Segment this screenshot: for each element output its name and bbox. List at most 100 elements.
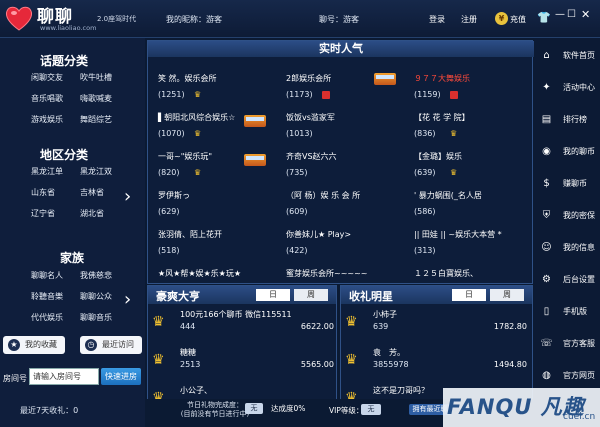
right-menu-item[interactable]: ▤ 排行榜 [534,106,600,133]
room-cell[interactable]: ▌朝阳北风综合娱乐☆ (1070) ♛ [158,112,282,147]
room-cell[interactable]: 你善妹儿★ Play> (422) [286,229,410,264]
room-name: １２５白寶娱乐、 [414,269,478,278]
ranking-value: 1782.80 [493,322,527,331]
right-menu-item[interactable]: ◍ 官方网页 [534,362,600,389]
topic-title: 话题分类 [40,54,89,68]
topic-item[interactable]: 吹牛吐槽 [80,72,112,83]
vip-none-badge[interactable]: 无 [361,404,381,415]
room-name: ' 暴力蜗围(_名人居 [414,191,482,200]
ranking-row[interactable]: ♛ 100元166个聊币 微信115511 444 6622.00 [152,308,334,344]
room-number-label: 房间号 [3,374,27,383]
room-count: (1159) [414,90,441,99]
app-url: www.liaoliao.com [40,24,97,32]
room-name: 【花 花 学 院】 [414,113,470,122]
room-count: (735) [286,168,308,177]
room-cell[interactable]: || 田娃 || ~娱乐大本营 * (313) [414,229,538,264]
rich-header: 豪爽大亨 日 周 [148,286,336,304]
room-count: (1013) [286,129,313,138]
region-item[interactable]: 山东省 [31,187,55,198]
recharge-button[interactable]: 充值 [510,14,526,25]
room-cell[interactable]: 一哥~"娱乐玩" (820) ♛ [158,151,282,186]
right-menu-item[interactable]: ▯ 手机版 [534,298,600,325]
recent-label: 最近访问 [102,340,134,349]
room-cell[interactable]: 笑 然。娱乐会所 (1251) ♛ [158,73,282,108]
region-item[interactable]: 吉林省 [80,187,104,198]
register-button[interactable]: 注册 [461,14,477,25]
room-count: (629) [158,207,180,216]
topic-item[interactable]: 闲聊交友 [31,72,63,83]
close-icon[interactable]: ✕ [581,8,590,21]
room-count: (1070) [158,129,185,138]
skin-icon[interactable]: 👕 [537,11,551,24]
right-menu-item[interactable]: ☏ 官方客服 [534,330,600,357]
topic-item[interactable]: 舞蹈综艺 [80,114,112,125]
room-name: 一哥~"娱乐玩" [158,152,213,161]
topic-item[interactable]: 嗨歌喊麦 [80,93,112,104]
family-item[interactable]: 聊聊名人 [31,270,63,281]
activity-icon: ✦ [542,82,551,93]
region-item[interactable]: 黑龙江单 [31,166,63,177]
crown-icon: ♛ [345,314,358,330]
gift-tab-day[interactable]: 日 [452,289,486,301]
family-item[interactable]: 聊聊公众 [80,291,112,302]
region-item[interactable]: 湖北省 [80,208,104,219]
room-cell[interactable]: 【花 花 学 院】 (836) ♛ [414,112,538,147]
right-menu-item[interactable]: ⌂ 软件首页 [534,42,600,69]
maximize-icon[interactable]: ☐ [567,9,576,20]
region-item[interactable]: 黑龙江双 [80,166,112,177]
family-item[interactable]: 聊聊音乐 [80,312,112,323]
account-label: 聊号： [319,15,343,24]
right-menu-item[interactable]: $ 赚聊币 [534,170,600,197]
right-menu-item[interactable]: ☺ 我的信息 [534,234,600,261]
room-cell[interactable]: ' 暴力蜗围(_名人居 (586) [414,190,538,225]
room-cell[interactable]: 【金璐】娱乐 (639) ♛ [414,151,538,186]
ranking-name: 糖糖 [180,348,196,357]
room-cell[interactable]: 饭饭vs滥家军 (1013) [286,112,410,147]
region-next-arrow-icon[interactable]: › [124,186,131,207]
minimize-icon[interactable]: — [555,9,565,20]
vip-label: VIP等级： [329,406,364,415]
region-item[interactable]: 辽宁省 [31,208,55,219]
room-name: ▌朝阳北风综合娱乐☆ [158,113,236,122]
family-item[interactable]: 我佛慈悲 [80,270,112,281]
right-menu-item[interactable]: ⚙ 后台设置 [534,266,600,293]
favorites-button[interactable]: ★ 我的收藏 [3,336,65,354]
family-item[interactable]: 代代娱乐 [31,312,63,323]
room-cell[interactable]: （阿 杨）娱 乐 会 所 (609) [286,190,410,225]
nickname-display: 我的昵称：游客 [166,14,222,25]
room-cell[interactable]: ９７７大舞娱乐 (1159) [374,73,538,108]
family-item[interactable]: 聆聽音樂 [31,291,63,302]
room-cell[interactable]: 张羽倩、陌上花开 (518) [158,229,282,264]
right-menu: ⌂ 软件首页 ✦ 活动中心 ▤ 排行榜 ◉ 我的聊币 $ 赚聊币 ⛨ 我的密保 ☺ 我的信息 ⚙ 后台设置 ▯ 手… [534,38,600,427]
family-next-arrow-icon[interactable]: › [124,289,131,310]
room-cell[interactable]: 罗伊斯っ (629) [158,190,282,225]
room-cell[interactable]: 齐奇VS赵六六 (735) [286,151,410,186]
topic-item[interactable]: 音乐唱歌 [31,93,63,104]
rich-tab-day[interactable]: 日 [256,289,290,301]
right-menu-label: 我的密保 [563,211,595,220]
quick-enter-button[interactable]: 快速进房 [101,368,141,385]
right-menu-item[interactable]: ⛨ 我的密保 [534,202,600,229]
room-number-input[interactable] [29,368,99,385]
rich-tab-week[interactable]: 周 [294,289,328,301]
gift-tab-week[interactable]: 周 [490,289,524,301]
recent-button[interactable]: ◷ 最近访问 [80,336,142,354]
ranking-row[interactable]: ♛ 袁 芳。 3855978 1494.80 [345,346,527,382]
topic-item[interactable]: 游戏娱乐 [31,114,63,125]
region-title: 地区分类 [40,148,89,162]
right-menu-item[interactable]: ◉ 我的聊币 [534,138,600,165]
watermark-url: cuel.cn [563,412,596,422]
right-menu-item[interactable]: ✦ 活动中心 [534,74,600,101]
app-subtitle: 2.0座驾时代 [97,15,137,23]
clock-icon: ◷ [85,339,97,351]
ranking-row[interactable]: ♛ 糖糖 2513 5565.00 [152,346,334,382]
popular-rooms-panel: 实时人气 笑 然。娱乐会所 (1251) ♛ 2郎娱乐会所 (1173) ９７７大舞娱乐 (… [147,40,534,294]
festival-none-badge[interactable]: 无 [245,403,263,414]
room-count: (609) [286,207,308,216]
room-name: （阿 杨）娱 乐 会 所 [286,191,361,200]
login-button[interactable]: 登录 [429,14,445,25]
ranking-row[interactable]: ♛ 小柿子 639 1782.80 [345,308,527,344]
coin-icon: ◉ [542,146,551,157]
right-menu-label: 官方网页 [563,371,595,380]
badge-icon [322,91,330,99]
